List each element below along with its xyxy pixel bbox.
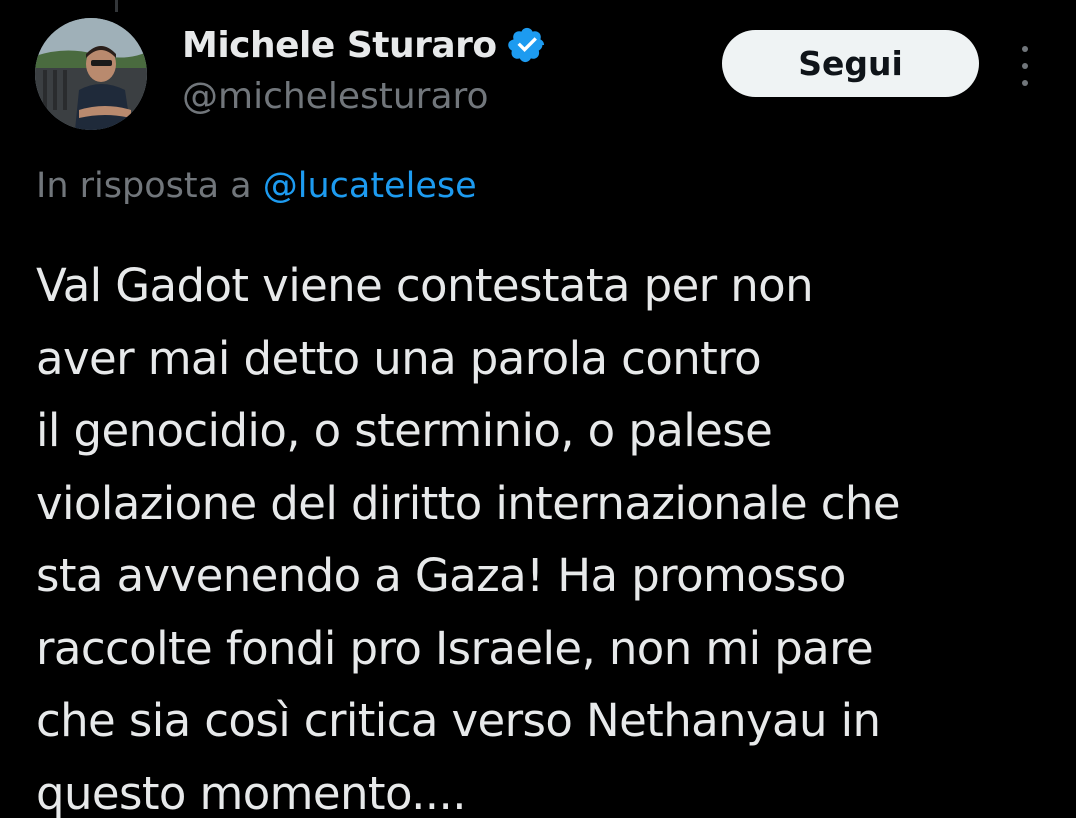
thread-connector-line: [115, 0, 118, 12]
tweet-text-line: violazione del diritto internazionale ch…: [36, 476, 901, 530]
avatar-image: [35, 18, 147, 130]
author-handle[interactable]: @michelesturaro: [182, 76, 547, 117]
author-info: Michele Sturaro @michelesturaro: [182, 22, 547, 117]
reply-mention-link[interactable]: @lucatelese: [263, 166, 477, 206]
follow-button[interactable]: Segui: [722, 30, 979, 97]
tweet-text-line: questo momento....: [36, 766, 467, 818]
avatar[interactable]: [35, 18, 147, 130]
tweet-text: Val Gadot viene contestata per non aver …: [36, 250, 1046, 818]
author-display-name[interactable]: Michele Sturaro: [182, 25, 497, 66]
reply-prefix-label: In risposta a: [36, 166, 252, 206]
tweet-text-line: il genocidio, o sterminio, o palese: [36, 404, 773, 457]
tweet-text-line: Val Gadot viene contestata per non: [36, 259, 814, 312]
verified-badge-icon: [507, 25, 547, 65]
tweet-text-line: raccolte fondi pro Israele, non mi pare: [36, 621, 874, 675]
tweet-text-line: aver mai detto una parola contro: [36, 331, 762, 385]
more-dot: [1022, 63, 1028, 69]
tweet-text-line: che sia così critica verso Nethanyau in: [36, 694, 881, 747]
more-dot: [1022, 46, 1028, 52]
more-vertical-icon[interactable]: [1010, 46, 1040, 86]
reply-context: In risposta a @lucatelese: [36, 166, 477, 206]
display-name-row: Michele Sturaro: [182, 22, 547, 68]
more-dot: [1022, 80, 1028, 86]
tweet-header: Michele Sturaro @michelesturaro Segui: [35, 18, 1045, 134]
tweet-text-line: sta avvenendo a Gaza! Ha promosso: [36, 549, 846, 602]
